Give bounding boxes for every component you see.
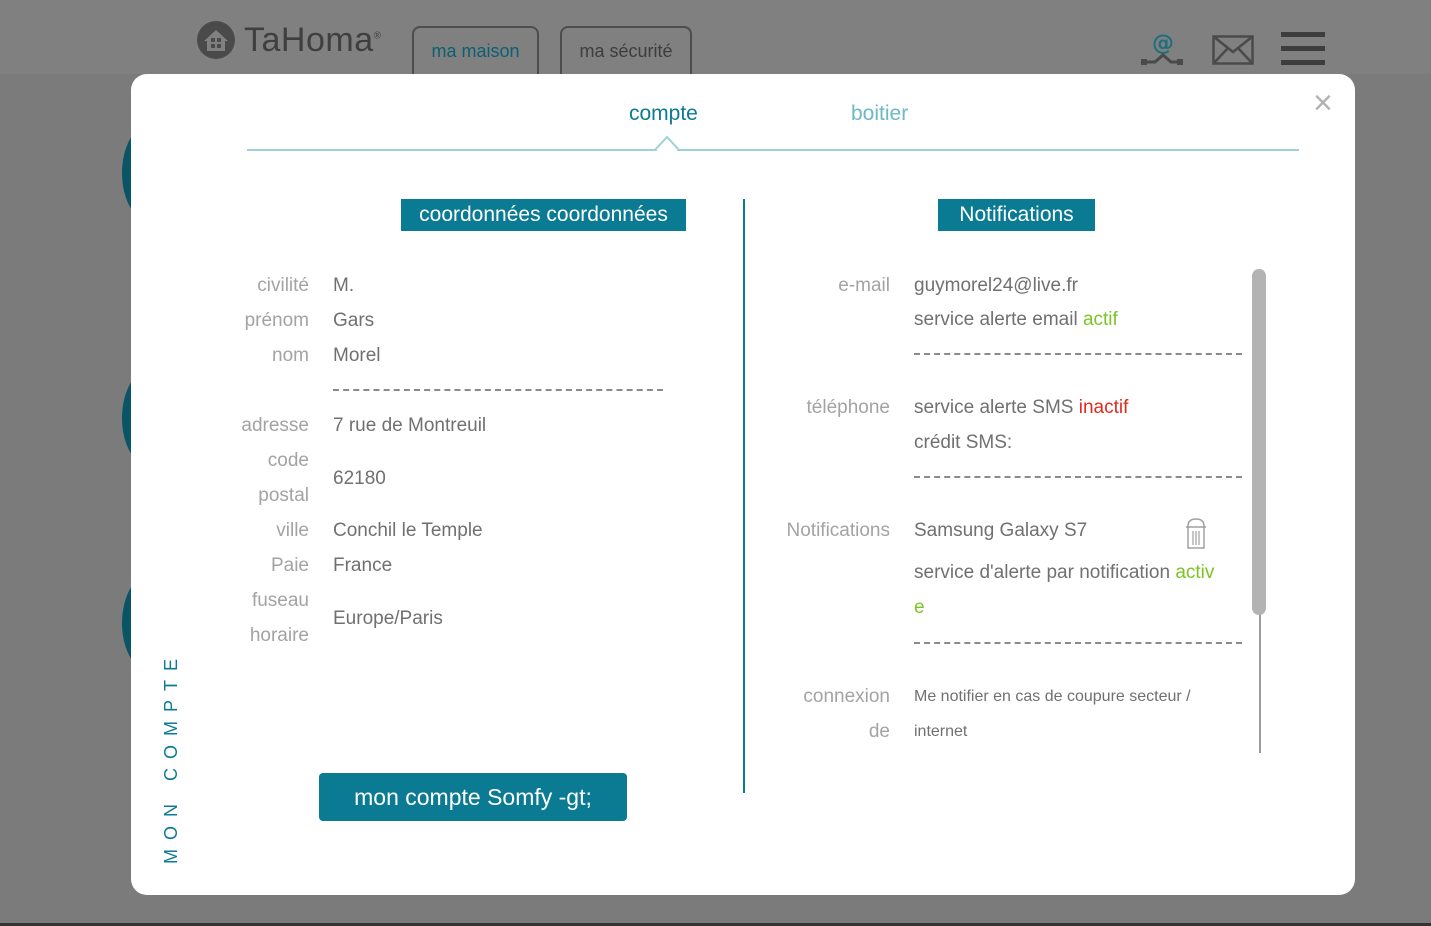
- value-fuseau: Europe/Paris: [333, 608, 443, 629]
- label-connexion-1: connexion: [803, 686, 890, 707]
- dashed-divider: [914, 476, 1242, 478]
- power-cut-notification-text-2: internet: [914, 723, 968, 740]
- section-title-notifications: Notifications: [938, 199, 1095, 231]
- value-code-postal: 62180: [333, 468, 386, 489]
- close-icon[interactable]: ×: [1313, 86, 1333, 120]
- tabs-underline: [247, 149, 1299, 151]
- label-code-postal-1: code: [267, 450, 309, 471]
- value-prenom: Gars: [333, 310, 375, 331]
- dashed-divider: [914, 642, 1242, 644]
- section-title-coordonnees: coordonnées coordonnées: [401, 199, 686, 231]
- connection-at-icon[interactable]: @: [1141, 28, 1185, 73]
- power-cut-notification-text-1: Me notifier en cas de coupure secteur /: [914, 688, 1191, 705]
- label-pays: Paie: [270, 555, 309, 576]
- app-header: TaHoma® ma maison ma sécurité @: [0, 0, 1431, 74]
- tahoma-logo[interactable]: TaHoma®: [196, 20, 381, 60]
- active-tab-pointer-icon: [655, 136, 679, 152]
- label-fuseau-1: fuseau: [251, 590, 309, 611]
- status-actif[interactable]: actif: [1083, 309, 1118, 330]
- status-active[interactable]: activ: [1175, 562, 1214, 583]
- value-email: guymorel24@live.fr: [914, 275, 1078, 296]
- trash-icon[interactable]: [1185, 518, 1207, 555]
- label-ville: ville: [276, 520, 309, 541]
- value-adresse: 7 rue de Montreuil: [333, 415, 487, 436]
- mail-icon[interactable]: [1212, 35, 1254, 70]
- side-label-mon-compte: MON COMPTE: [161, 650, 181, 864]
- dashed-divider: [333, 389, 663, 391]
- column-divider: [743, 199, 745, 793]
- notification-alert-status: service d'alerte par notification activ: [914, 562, 1215, 583]
- label-telephone: téléphone: [806, 397, 890, 418]
- mon-compte-somfy-button[interactable]: mon compte Somfy -gt;: [319, 773, 627, 821]
- label-notifications: Notifications: [786, 520, 891, 541]
- label-nom: nom: [272, 345, 309, 366]
- label-prenom: prénom: [244, 310, 309, 331]
- dashed-divider: [914, 353, 1242, 355]
- svg-text:@: @: [1152, 31, 1174, 56]
- account-modal: × MON COMPTE compte boitier coordonnées …: [131, 74, 1355, 895]
- sms-credit: crédit SMS:: [914, 432, 1013, 453]
- status-active-wrap: e: [914, 597, 925, 618]
- label-email: e-mail: [838, 275, 890, 296]
- tab-ma-securite[interactable]: ma sécurité: [560, 26, 692, 74]
- label-adresse: adresse: [241, 415, 309, 436]
- value-pays: France: [333, 555, 393, 576]
- device-name: Samsung Galaxy S7: [914, 520, 1088, 541]
- house-logo-icon: [196, 20, 236, 60]
- sms-alert-status: service alerte SMS inactif: [914, 397, 1129, 418]
- value-civilite: M.: [333, 275, 355, 296]
- label-connexion-2: de: [868, 721, 890, 742]
- value-ville: Conchil le Temple: [333, 520, 483, 541]
- label-civilite: civilité: [257, 275, 309, 296]
- email-alert-status: service alerte email actif: [914, 309, 1118, 330]
- tab-compte[interactable]: compte: [629, 102, 698, 126]
- tab-boitier[interactable]: boitier: [851, 102, 908, 126]
- label-fuseau-2: horaire: [249, 625, 309, 646]
- tab-ma-maison[interactable]: ma maison: [412, 26, 539, 74]
- logo-text: TaHoma®: [244, 20, 382, 59]
- status-inactif[interactable]: inactif: [1079, 397, 1129, 418]
- label-code-postal-2: postal: [258, 485, 309, 506]
- menu-icon[interactable]: [1281, 32, 1325, 71]
- value-nom: Morel: [333, 345, 381, 366]
- scrollbar-thumb[interactable]: [1252, 269, 1266, 615]
